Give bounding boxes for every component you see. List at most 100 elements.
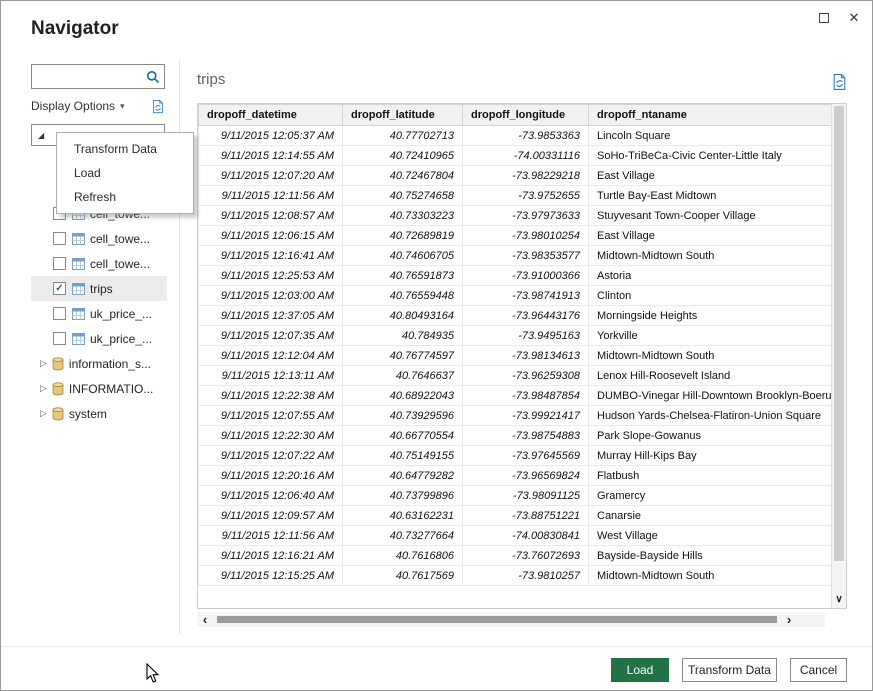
table-cell: -73.98754883 xyxy=(463,426,589,446)
table-cell: Yorkville xyxy=(589,326,832,346)
table-cell: Canarsie xyxy=(589,506,832,526)
table-cell: 40.66770554 xyxy=(343,426,463,446)
table-cell: SoHo-TriBeCa-Civic Center-Little Italy xyxy=(589,146,832,166)
scroll-down-icon[interactable]: ∨ xyxy=(832,590,846,608)
horizontal-scrollbar-thumb[interactable] xyxy=(217,616,777,623)
table-row: 9/11/2015 12:15:25 AM40.7617569-73.98102… xyxy=(199,566,832,586)
tree-item-label: information_s... xyxy=(69,357,151,371)
vertical-scrollbar-thumb[interactable] xyxy=(834,106,844,561)
table-cell: Midtown-Midtown South xyxy=(589,566,832,586)
expand-icon[interactable]: ▷ xyxy=(40,358,47,369)
table-cell: 40.73799896 xyxy=(343,486,463,506)
table-cell: Midtown-Midtown South xyxy=(589,346,832,366)
table-cell: 40.72467804 xyxy=(343,166,463,186)
database-icon xyxy=(52,407,64,421)
horizontal-scrollbar[interactable]: ‹ › xyxy=(197,612,825,627)
table-icon xyxy=(72,308,85,320)
tree-folder-information-s[interactable]: ▷ information_s... xyxy=(31,351,167,376)
refresh-preview-icon[interactable] xyxy=(831,73,848,91)
menu-item-refresh[interactable]: Refresh xyxy=(57,185,193,209)
tree-item-label: INFORMATIO... xyxy=(69,382,153,396)
footer-divider xyxy=(1,646,872,647)
database-icon xyxy=(52,357,64,371)
table-cell: 40.7616806 xyxy=(343,546,463,566)
restore-icon xyxy=(819,13,829,23)
preview-table: dropoff_datetimedropoff_latitudedropoff_… xyxy=(198,104,832,586)
table-row: 9/11/2015 12:06:40 AM40.73799896-73.9809… xyxy=(199,486,832,506)
table-row: 9/11/2015 12:09:57 AM40.63162231-73.8875… xyxy=(199,506,832,526)
checkbox[interactable] xyxy=(53,332,66,345)
vertical-scrollbar[interactable]: ∨ xyxy=(831,104,846,608)
tree-item-trips[interactable]: ✓ trips xyxy=(31,276,167,301)
search-input[interactable] xyxy=(32,70,146,84)
scroll-right-icon[interactable]: › xyxy=(781,612,797,627)
tree-folder-system[interactable]: ▷system xyxy=(31,401,167,426)
table-cell: 40.7646637 xyxy=(343,366,463,386)
close-button[interactable]: ✕ xyxy=(840,5,868,31)
display-options-dropdown[interactable]: Display Options ▾ xyxy=(31,97,165,115)
tree-item-uk-price[interactable]: uk_price_... xyxy=(31,326,167,351)
table-cell: -73.98091125 xyxy=(463,486,589,506)
table-row: 9/11/2015 12:13:11 AM40.7646637-73.96259… xyxy=(199,366,832,386)
table-cell: 40.75149155 xyxy=(343,446,463,466)
table-cell: 40.784935 xyxy=(343,326,463,346)
transform-data-button[interactable]: Transform Data xyxy=(682,658,777,682)
table-row: 9/11/2015 12:22:38 AM40.68922043-73.9848… xyxy=(199,386,832,406)
tree-item-label: cell_towe... xyxy=(90,257,150,271)
refresh-icon[interactable] xyxy=(151,99,165,114)
table-cell: Lenox Hill-Roosevelt Island xyxy=(589,366,832,386)
menu-item-transform-data[interactable]: Transform Data xyxy=(57,137,193,161)
menu-item-load[interactable]: Load xyxy=(57,161,193,185)
page-title: Navigator xyxy=(31,18,119,40)
cancel-button[interactable]: Cancel xyxy=(790,658,847,682)
table-cell: 40.7617569 xyxy=(343,566,463,586)
table-row: 9/11/2015 12:22:30 AM40.66770554-73.9875… xyxy=(199,426,832,446)
restore-button[interactable] xyxy=(810,5,838,31)
checkbox[interactable] xyxy=(53,257,66,270)
table-row: 9/11/2015 12:14:55 AM40.72410965-74.0033… xyxy=(199,146,832,166)
tree-item-uk-price[interactable]: uk_price_... xyxy=(31,301,167,326)
tree-item-cell-towe[interactable]: cell_towe... xyxy=(31,226,167,251)
table-cell: 9/11/2015 12:12:04 AM xyxy=(199,346,343,366)
table-cell: Turtle Bay-East Midtown xyxy=(589,186,832,206)
table-cell: 40.74606705 xyxy=(343,246,463,266)
checkbox[interactable] xyxy=(53,307,66,320)
table-row: 9/11/2015 12:08:57 AM40.73303223-73.9797… xyxy=(199,206,832,226)
table-cell: 40.63162231 xyxy=(343,506,463,526)
expand-icon[interactable]: ▷ xyxy=(40,383,47,394)
table-cell: 9/11/2015 12:06:15 AM xyxy=(199,226,343,246)
table-cell: Murray Hill-Kips Bay xyxy=(589,446,832,466)
table-cell: -73.98229218 xyxy=(463,166,589,186)
table-row: 9/11/2015 12:20:16 AM40.64779282-73.9656… xyxy=(199,466,832,486)
table-cell: -73.9495163 xyxy=(463,326,589,346)
table-cell: 40.72689819 xyxy=(343,226,463,246)
tree-item-label: uk_price_... xyxy=(90,332,152,346)
table-cell: -73.9752655 xyxy=(463,186,589,206)
table-cell: Gramercy xyxy=(589,486,832,506)
mouse-cursor xyxy=(146,663,160,689)
table-cell: -73.88751221 xyxy=(463,506,589,526)
data-preview-grid: dropoff_datetimedropoff_latitudedropoff_… xyxy=(197,103,847,609)
column-header: dropoff_datetime xyxy=(199,105,343,126)
table-cell: 9/11/2015 12:13:11 AM xyxy=(199,366,343,386)
checkbox[interactable] xyxy=(53,232,66,245)
column-header: dropoff_latitude xyxy=(343,105,463,126)
checkbox[interactable]: ✓ xyxy=(53,282,66,295)
table-cell: 40.77702713 xyxy=(343,126,463,146)
tree-folder-informatio[interactable]: ▷ INFORMATIO... xyxy=(31,376,167,401)
table-cell: 40.75274658 xyxy=(343,186,463,206)
table-icon xyxy=(72,258,85,270)
scroll-left-icon[interactable]: ‹ xyxy=(197,612,213,627)
table-cell: Stuyvesant Town-Cooper Village xyxy=(589,206,832,226)
tree-item-cell-towe[interactable]: cell_towe... xyxy=(31,251,167,276)
expand-icon[interactable]: ▷ xyxy=(40,408,47,419)
table-row: 9/11/2015 12:16:21 AM40.7616806-73.76072… xyxy=(199,546,832,566)
table-cell: DUMBO-Vinegar Hill-Downtown Brooklyn-Boe… xyxy=(589,386,832,406)
table-cell: 9/11/2015 12:07:20 AM xyxy=(199,166,343,186)
expanded-arrow-icon: ◢ xyxy=(38,131,44,140)
table-cell: 40.76591873 xyxy=(343,266,463,286)
table-cell: 40.76559448 xyxy=(343,286,463,306)
tree-item-label: trips xyxy=(90,282,113,296)
load-button[interactable]: Load xyxy=(611,658,669,682)
table-row: 9/11/2015 12:05:37 AM40.77702713-73.9853… xyxy=(199,126,832,146)
